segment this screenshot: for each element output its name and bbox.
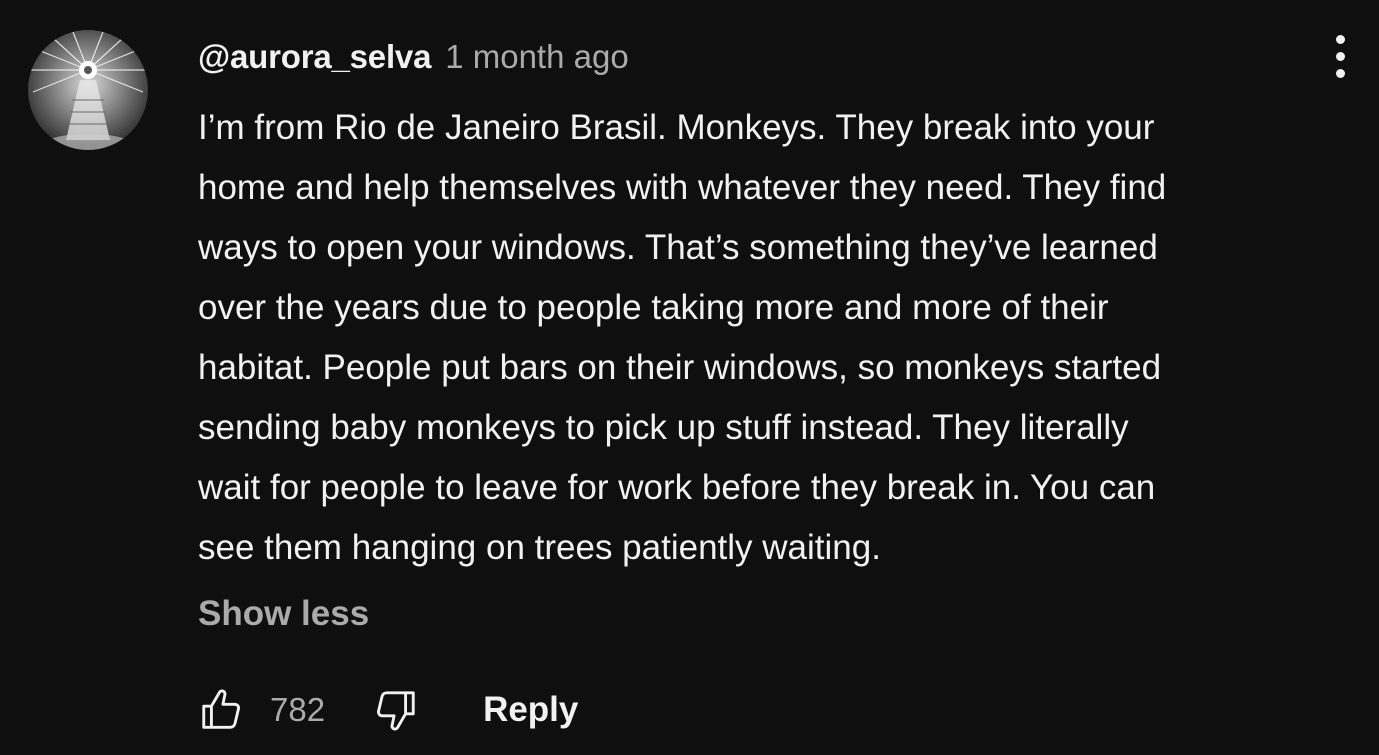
comment-thread: @aurora_selva 1 month ago I’m from Rio d… <box>0 0 1379 755</box>
dislike-button[interactable] <box>371 685 421 735</box>
reply-button[interactable]: Reply <box>483 690 578 730</box>
thumbs-up-icon <box>202 689 240 729</box>
more-vertical-icon <box>1335 34 1345 44</box>
like-count: 782 <box>270 691 326 728</box>
like-button[interactable] <box>196 685 246 735</box>
comment-text-line: habitat. People put bars on their window… <box>198 348 1162 387</box>
author-name[interactable]: @aurora_selva <box>198 38 431 76</box>
more-vertical-icon <box>1335 51 1345 61</box>
comment-text-line: over the years due to people taking more… <box>198 288 1109 327</box>
more-vertical-icon <box>1335 68 1345 78</box>
comment-text-line: ways to open your windows. That’s someth… <box>198 228 1158 267</box>
avatar-image <box>30 31 146 150</box>
comment-timestamp[interactable]: 1 month ago <box>445 38 628 76</box>
avatar[interactable] <box>28 30 148 150</box>
comment-action-bar: 782 Reply <box>196 680 578 740</box>
comment-text-line: wait for people to leave for work before… <box>198 468 1156 507</box>
comment-text-line: sending baby monkeys to pick up stuff in… <box>198 408 1129 447</box>
comment-text-line: I’m from Rio de Janeiro Brasil. Monkeys.… <box>198 108 1155 147</box>
thumbs-down-icon <box>377 691 415 731</box>
comment-text: I’m from Rio de Janeiro Brasil. Monkeys.… <box>198 98 1368 578</box>
more-options-button[interactable] <box>1320 26 1360 86</box>
comment-text-line: see them hanging on trees patiently wait… <box>198 528 881 567</box>
show-less-button[interactable]: Show less <box>198 594 369 634</box>
comment-header: @aurora_selva 1 month ago <box>198 38 629 82</box>
comment-text-line: home and help themselves with whatever t… <box>198 168 1167 207</box>
